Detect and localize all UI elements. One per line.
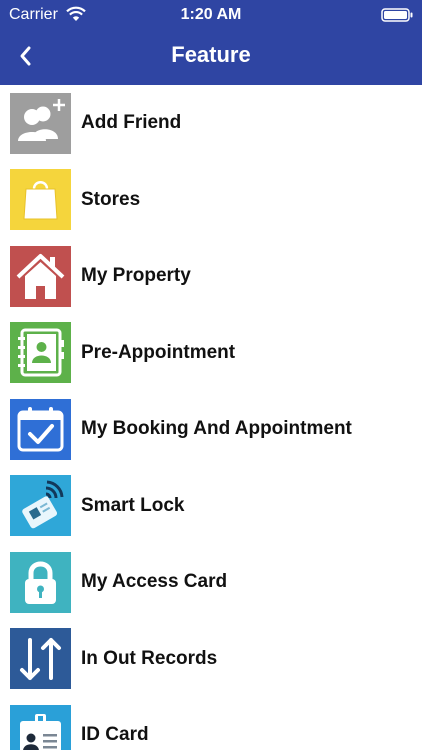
feature-pre-appointment[interactable]: Pre-Appointment [0,315,422,392]
in-out-tile [10,628,71,690]
pre-appointment-tile [10,322,71,384]
feature-label: My Booking And Appointment [81,418,352,440]
feature-list: Add Friend Stores My Property Pre-Appoin… [0,85,422,750]
feature-label: My Access Card [81,571,228,593]
feature-label: Stores [81,188,141,210]
feature-label: My Property [81,265,191,287]
feature-stores[interactable]: Stores [0,162,422,239]
feature-my-property[interactable]: My Property [0,238,422,315]
calendar-check-icon [17,406,64,452]
my-property-tile [10,245,71,307]
add-friend-tile [10,92,71,154]
booking-tile [10,398,71,460]
shopping-bag-icon [23,181,58,220]
page-title: Feature [171,42,251,67]
feature-label: Add Friend [81,112,182,134]
address-book-icon [18,328,64,377]
navigation-bar: Carrier 1:20 AM Feature [0,0,422,85]
smart-lock-tile [10,475,71,537]
status-time: 1:20 AM [180,6,242,23]
feature-my-booking[interactable]: My Booking And Appointment [0,391,422,468]
stores-tile [10,169,71,231]
feature-add-friend[interactable]: Add Friend [0,85,422,162]
add-friend-icon [18,98,65,141]
access-card-tile [10,551,71,613]
battery-icon [381,8,413,22]
feature-smart-lock[interactable]: Smart Lock [0,468,422,545]
feature-id-card[interactable]: ID Card [0,697,422,750]
feature-in-out-records[interactable]: In Out Records [0,621,422,698]
feature-my-access-card[interactable]: My Access Card [0,544,422,621]
feature-label: Pre-Appointment [81,341,236,363]
id-card-icon [20,713,61,750]
status-bar: Carrier 1:20 AM [0,0,422,30]
nfc-card-icon [22,480,64,529]
arrows-up-down-icon [20,638,61,681]
house-icon [16,253,65,299]
id-card-tile [10,704,71,750]
padlock-icon [25,561,56,604]
feature-label: ID Card [81,724,149,746]
feature-label: Smart Lock [81,494,185,516]
feature-label: In Out Records [81,647,218,669]
